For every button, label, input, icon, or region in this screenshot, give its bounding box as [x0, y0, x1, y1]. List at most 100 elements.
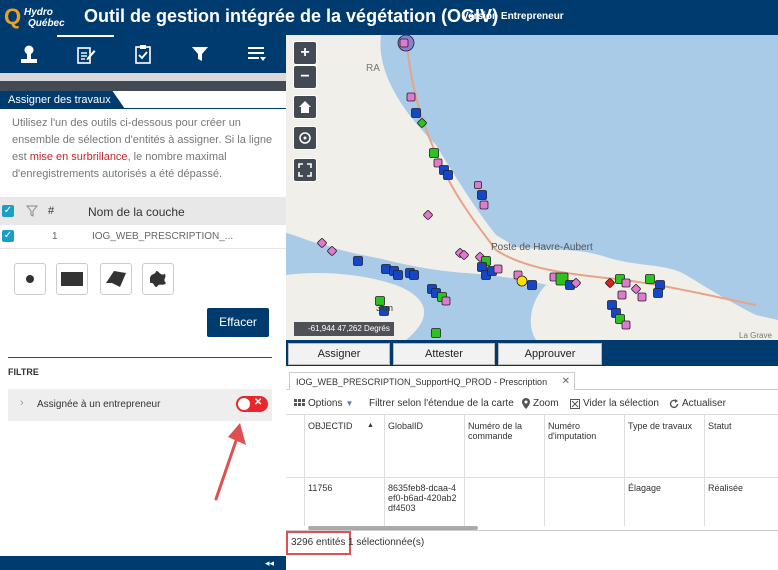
map-feature-marker[interactable]: [443, 170, 453, 180]
map-feature-marker[interactable]: [516, 275, 528, 287]
col-type-travaux[interactable]: Type de travaux: [624, 415, 704, 479]
clear-selection-button[interactable]: Vider la sélection: [570, 398, 659, 409]
clipboard-check-icon: [134, 45, 151, 64]
filter-icon: [191, 47, 208, 61]
status-bar: 3296 entités 1 sélectionnée(s): [286, 530, 778, 556]
rectangle-tool-button[interactable]: [56, 263, 88, 295]
table-row[interactable]: ✓ 1 IOG_WEB_PRESCRIPTION_...: [0, 225, 286, 249]
toolbar-edit-button[interactable]: [57, 35, 114, 73]
panel-subbar: [0, 73, 286, 81]
coordinate-readout: -61,944 47,262 Degrés: [294, 322, 394, 336]
fullscreen-icon: [298, 163, 312, 177]
map-label-poste: Poste de Havre-Aubert: [491, 242, 593, 253]
map-feature-marker[interactable]: [399, 38, 409, 48]
fullscreen-button[interactable]: [293, 158, 317, 182]
locate-button[interactable]: [293, 126, 317, 150]
col-num: #: [48, 205, 55, 217]
assign-button[interactable]: Assigner: [288, 343, 390, 365]
home-icon: [299, 101, 311, 113]
map-feature-marker[interactable]: [409, 270, 419, 280]
table-row[interactable]: 11756 8635feb8-dcaa-4ef0-b6ad-420ab2df45…: [286, 478, 778, 526]
col-objectid[interactable]: OBJECTID ▲: [304, 415, 384, 479]
tab-assigner-travaux[interactable]: Assigner des travaux: [0, 91, 125, 109]
selection-tools: [14, 263, 180, 297]
col-imputation[interactable]: Numéro d'imputation: [544, 415, 624, 479]
sort-asc-icon: ▲: [367, 422, 374, 429]
left-panel: Assigner des travaux Utilisez l'un des o…: [0, 35, 286, 570]
action-bar: Assigner Attester Approuver: [286, 340, 778, 366]
freehand-polygon-icon: [150, 271, 166, 287]
highlight-warning: mise en surbrillance: [29, 151, 128, 163]
cell-globalid: 8635feb8-dcaa-4ef0-b6ad-420ab2df4503: [384, 478, 464, 526]
col-statut[interactable]: Statut: [704, 415, 778, 479]
approve-button[interactable]: Approuver: [498, 343, 602, 365]
hydro-quebec-logo: Q Hydro Québec: [4, 4, 65, 29]
app-title: Outil de gestion intégrée de la végétati…: [84, 6, 499, 26]
toolbar-clipboard-button[interactable]: [114, 35, 171, 73]
map-feature-marker[interactable]: [653, 288, 663, 298]
filter-toggle[interactable]: ✕: [236, 396, 268, 412]
col-commande[interactable]: Numéro de la commande: [464, 415, 544, 479]
select-all-checkbox[interactable]: ✓: [2, 205, 14, 217]
zoom-button[interactable]: Zoom: [522, 398, 559, 409]
row-layer: IOG_WEB_PRESCRIPTION_...: [92, 231, 234, 242]
edit-form-icon: [76, 47, 95, 64]
collapse-panel-icon[interactable]: ◂◂: [265, 556, 274, 570]
point-tool-button[interactable]: [14, 263, 46, 295]
map-feature-marker[interactable]: [406, 92, 416, 102]
home-button[interactable]: [293, 95, 317, 119]
selected-count: 1 sélectionnée(s): [348, 537, 425, 548]
layer-table-header: ✓ # Nom de la couche: [0, 197, 286, 225]
map-feature-marker[interactable]: [393, 270, 403, 280]
point-icon: [26, 275, 34, 283]
entity-count: 3296 entités: [286, 531, 351, 555]
grid-toolbar: Options ▼ Filtrer selon l'étendue de la …: [286, 394, 778, 414]
map-feature-marker[interactable]: [429, 148, 439, 158]
polygon-tool-button[interactable]: [100, 263, 132, 295]
panel-toolbar: [0, 35, 286, 73]
grid-tab-bar: IOG_WEB_PRESCRIPTION_SupportHQ_PROD - Pr…: [286, 372, 778, 390]
attest-button[interactable]: Attester: [393, 343, 495, 365]
map-feature-marker[interactable]: [617, 290, 627, 300]
zoom-in-button[interactable]: +: [293, 41, 317, 65]
refresh-icon: [669, 398, 679, 408]
map-feature-marker[interactable]: [493, 264, 503, 274]
col-globalid[interactable]: GlobalID: [384, 415, 464, 479]
map-feature-marker[interactable]: [621, 278, 631, 288]
map-feature-marker[interactable]: [637, 292, 647, 302]
person-icon: [20, 45, 37, 63]
map-feature-marker[interactable]: [431, 328, 441, 338]
cell-commande: [464, 478, 544, 526]
row-num: 1: [52, 231, 58, 242]
close-icon[interactable]: ✕: [562, 373, 570, 391]
options-button[interactable]: Options ▼: [294, 398, 353, 409]
toggle-knob: [238, 398, 250, 410]
map-feature-marker[interactable]: [645, 274, 655, 284]
map-view[interactable]: RA Poste de Havre-Aubert La Grave + − 3k…: [286, 35, 778, 340]
clear-button[interactable]: Effacer: [207, 308, 269, 337]
row-checkbox[interactable]: ✓: [2, 230, 14, 242]
map-feature-marker[interactable]: [527, 280, 537, 290]
caret-down-icon: ▼: [345, 399, 354, 408]
cell-objectid: 11756: [304, 478, 384, 526]
map-feature-marker[interactable]: [477, 190, 487, 200]
map-feature-marker[interactable]: [441, 296, 451, 306]
tab-prescription[interactable]: IOG_WEB_PRESCRIPTION_SupportHQ_PROD - Pr…: [289, 372, 575, 390]
freehand-tool-button[interactable]: [142, 263, 174, 295]
toolbar-person-button[interactable]: [0, 35, 57, 73]
filter-extent-button[interactable]: Filtrer selon l'étendue de la carte: [369, 398, 514, 409]
toolbar-list-button[interactable]: [228, 35, 285, 73]
map-feature-marker[interactable]: [411, 108, 421, 118]
map-feature-marker[interactable]: [621, 320, 631, 330]
map-feature-marker[interactable]: [353, 256, 363, 266]
app-header: Q Hydro Québec Outil de gestion intégrée…: [0, 0, 778, 35]
map-feature-marker[interactable]: [479, 200, 489, 210]
zoom-out-button[interactable]: −: [293, 65, 317, 89]
pin-icon: [522, 398, 530, 409]
refresh-button[interactable]: Actualiser: [669, 398, 726, 409]
panel-subbar-dark: [0, 81, 286, 91]
map-label-ra: RA: [366, 63, 380, 74]
toggle-off-icon: ✕: [254, 397, 263, 408]
map-feature-marker[interactable]: [474, 181, 482, 189]
toolbar-filter-button[interactable]: [171, 35, 228, 73]
